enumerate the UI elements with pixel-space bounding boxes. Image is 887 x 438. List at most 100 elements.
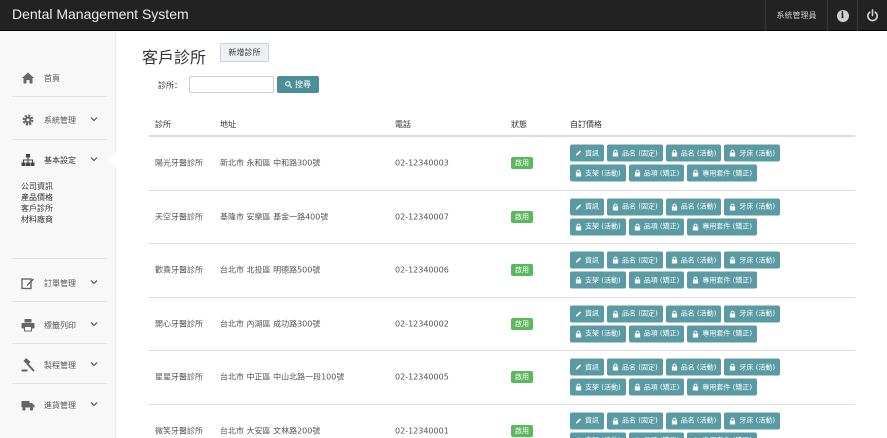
price-button-3[interactable]: 牙床 (活動) [724,198,781,216]
submenu-item-company-info[interactable]: 公司資訊 [21,181,53,192]
status-badge: 啟用 [511,371,533,384]
lock-icon [634,383,640,391]
status-badge: 啟用 [511,424,533,437]
custom-price-buttons: 資訊 品名 (固定) 品名 (活動)牙床 (活動) 支架 (活動) 品項 (矯正) 專用套… [570,251,810,289]
price-button-4[interactable]: 支架 (活動) [570,164,626,182]
home-icon [22,72,34,84]
sidebar-item-orders[interactable]: 訂單管理 [0,273,116,293]
price-button-label: 資訊 [585,363,599,372]
table-row: 開心牙醫診所 台北市 內湖區 成功路300號 02-12340002 啟用 資訊 品名 (… [149,298,855,351]
sidebar-item-home[interactable]: 首頁 [0,68,116,88]
price-button-5[interactable]: 品項 (矯正) [628,378,685,396]
price-button-2[interactable]: 品名 (活動) [665,144,722,162]
price-button-4[interactable]: 支架 (活動) [570,432,626,438]
info-button[interactable]: i [827,0,857,31]
price-button-1[interactable]: 品名 (固定) [607,144,663,162]
lock-icon [612,310,619,318]
price-button-label: 牙床 (活動) [739,202,776,211]
price-button-3[interactable]: 牙床 (活動) [724,144,781,162]
pencil-icon [575,311,582,317]
price-button-1[interactable]: 品名 (固定) [607,198,663,216]
price-button-2[interactable]: 品名 (活動) [665,358,722,376]
search-button[interactable]: 搜尋 [277,76,319,93]
add-clinic-button[interactable]: 新增診所 [220,43,269,62]
submenu-item-clients[interactable]: 客戶診所 [21,203,53,214]
price-button-4[interactable]: 支架 (活動) [570,378,626,396]
sidebar-item-label: 系統管理 [44,116,76,125]
lock-icon [730,310,736,318]
lock-icon [575,383,582,391]
price-button-0[interactable]: 資訊 [570,198,604,216]
price-button-label: 品名 (固定) [622,256,658,265]
price-button-4[interactable]: 支架 (活動) [570,271,626,289]
user-menu[interactable]: 系統管理員 [765,0,827,31]
price-button-3[interactable]: 牙床 (活動) [724,412,781,430]
price-button-2[interactable]: 品名 (活動) [665,305,722,323]
price-button-2[interactable]: 品名 (活動) [665,412,722,430]
divider [12,258,107,259]
price-button-label: 資訊 [585,256,599,265]
sidebar-item-basic-settings[interactable]: 基本設定 [0,150,116,170]
submenu-basic-settings: 公司資訊 產品價格 客戶診所 材料廠商 [21,181,53,225]
price-button-2[interactable]: 品名 (活動) [665,251,722,269]
price-button-3[interactable]: 牙床 (活動) [724,251,781,269]
table-header: 診所 地址 電話 狀態 自訂價格 [149,113,855,137]
lock-icon [575,276,582,284]
top-navbar: Dental Management System 系統管理員 i [0,0,887,31]
price-button-0[interactable]: 資訊 [570,305,604,323]
submenu-item-product-price[interactable]: 產品價格 [21,192,53,203]
price-button-6[interactable]: 專用套件 (矯正) [687,378,758,396]
price-button-label: 品名 (固定) [622,416,658,425]
price-button-5[interactable]: 品項 (矯正) [628,164,685,182]
gavel-icon [21,358,35,372]
price-button-5[interactable]: 品項 (矯正) [628,325,685,343]
sidebar-item-label-print[interactable]: 標籤列印 [0,315,116,335]
price-button-label: 品項 (矯正) [643,276,680,285]
price-button-1[interactable]: 品名 (固定) [607,305,663,323]
price-button-5[interactable]: 品項 (矯正) [628,432,685,438]
custom-price-buttons: 資訊 品名 (固定) 品名 (活動)牙床 (活動) 支架 (活動)品項 (矯正)專用套… [570,412,810,438]
price-button-0[interactable]: 資訊 [570,358,604,376]
price-button-4[interactable]: 支架 (活動) [570,325,626,343]
price-button-label: 品名 (活動) [680,149,717,158]
price-button-0[interactable]: 資訊 [570,251,604,269]
price-button-0[interactable]: 資訊 [570,144,604,162]
price-button-4[interactable]: 支架 (活動) [570,218,626,236]
price-button-3[interactable]: 牙床 (活動) [724,358,781,376]
price-button-6[interactable]: 專用套件 (矯正) [687,271,758,289]
price-button-0[interactable]: 資訊 [570,412,604,430]
custom-price-buttons: 資訊品名 (固定)品名 (活動) 牙床 (活動) 支架 (活動)品項 (矯正)專用套… [570,198,810,236]
lock-icon [693,383,699,391]
price-button-1[interactable]: 品名 (固定) [607,412,663,430]
submenu-item-suppliers[interactable]: 材料廠商 [21,214,53,225]
price-button-6[interactable]: 專用套件 (矯正) [687,164,758,182]
price-button-5[interactable]: 品項 (矯正) [628,218,685,236]
page-title: 客戶診所 [142,48,207,67]
logout-button[interactable] [857,0,887,31]
sidebar-item-purchasing[interactable]: 進貨管理 [0,395,116,415]
clinic-phone: 02-12340002 [395,319,449,329]
search-input[interactable] [189,76,274,93]
price-button-label: 專用套件 (矯正) [702,383,753,392]
price-button-3[interactable]: 牙床 (活動) [724,305,781,323]
price-button-6[interactable]: 專用套件 (矯正) [687,432,758,438]
sidebar-item-system[interactable]: 系統管理 [0,110,116,130]
app-title[interactable]: Dental Management System [12,6,189,22]
price-button-label: 品項 (矯正) [643,169,680,178]
clinic-phone: 02-12340005 [395,372,449,382]
price-button-label: 支架 (活動) [585,329,621,338]
price-button-1[interactable]: 品名 (固定) [607,251,663,269]
power-icon [867,9,878,22]
lock-icon [575,223,582,231]
chevron-down-icon [90,157,98,162]
price-button-6[interactable]: 專用套件 (矯正) [687,218,758,236]
price-button-2[interactable]: 品名 (活動) [665,198,722,216]
price-button-5[interactable]: 品項 (矯正) [628,271,685,289]
lock-icon [634,276,640,284]
status-badge: 啟用 [511,157,533,170]
price-button-6[interactable]: 專用套件 (矯正) [687,325,758,343]
price-button-label: 品名 (固定) [622,149,658,158]
price-button-1[interactable]: 品名 (固定) [607,358,663,376]
sidebar-item-process[interactable]: 製程管理 [0,355,116,375]
clinic-table: 診所 地址 電話 狀態 自訂價格 陽光牙醫診所 新北市 永和區 中和路300號 02… [149,113,855,438]
